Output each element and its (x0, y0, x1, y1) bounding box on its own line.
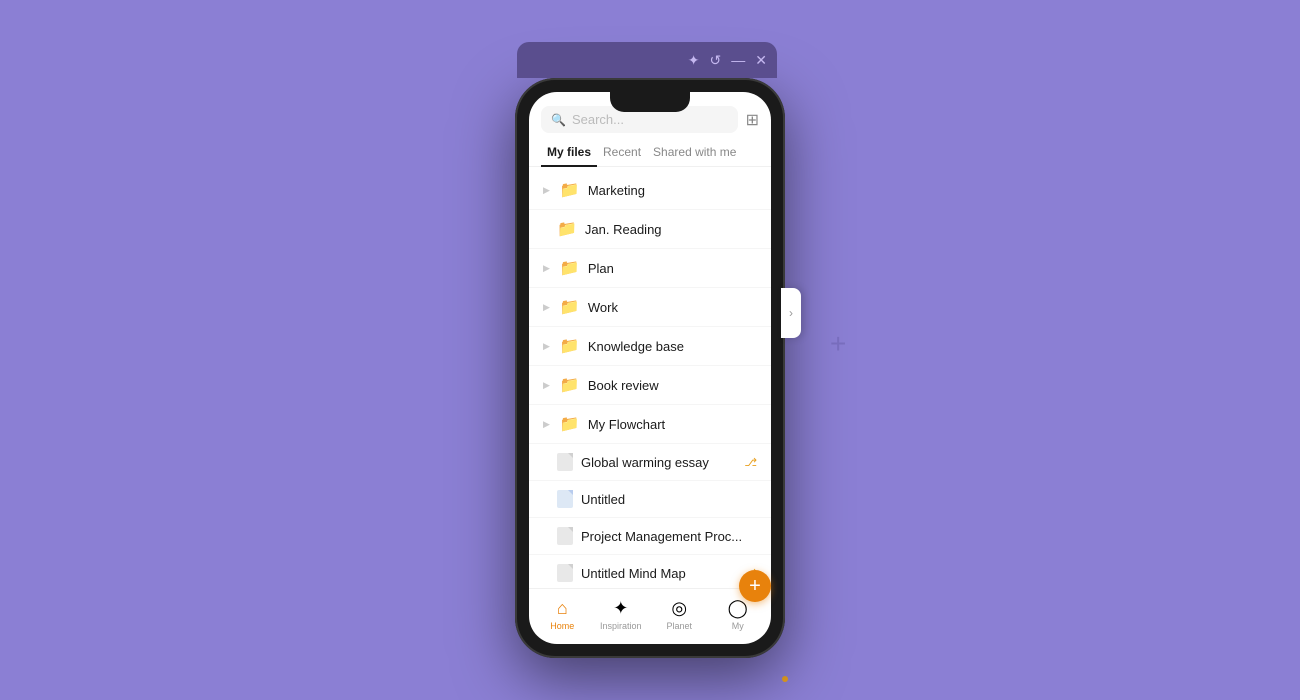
grid-view-icon[interactable]: ⊞ (746, 110, 759, 130)
inspiration-icon: ✦ (613, 598, 628, 619)
file-item-project-mgmt[interactable]: Project Management Proc... (529, 518, 771, 555)
background-plus-icon: + (830, 330, 846, 358)
nav-item-planet[interactable]: ◎ Planet (650, 598, 709, 631)
folder-icon: 📁 (560, 297, 580, 317)
chevron-icon: ▶ (543, 419, 550, 430)
chevron-icon: ▶ (543, 263, 550, 274)
tab-recent[interactable]: Recent (597, 141, 647, 167)
bottom-navigation: ⌂ Home ✦ Inspiration ◎ Planet ◯ My (529, 588, 771, 644)
folder-name: Work (588, 300, 757, 315)
chevron-icon: ▶ (543, 341, 550, 352)
window-wrapper: ✦ ↺ — ✕ › 🔍 Search... ⊞ My files Recent (515, 42, 785, 658)
planet-icon: ◎ (671, 598, 687, 619)
home-icon: ⌂ (557, 598, 568, 619)
folder-item-plan[interactable]: ▶ 📁 Plan (529, 249, 771, 288)
tab-bar: My files Recent Shared with me (529, 141, 771, 167)
folder-name: Plan (588, 261, 757, 276)
search-icon: 🔍 (551, 113, 566, 127)
plus-icon: + (749, 576, 761, 596)
nav-item-my[interactable]: ◯ My (709, 598, 768, 631)
chevron-icon: ▶ (543, 185, 550, 196)
nav-label-my: My (732, 621, 744, 631)
chevron-icon: ▶ (543, 380, 550, 391)
file-name: Untitled (581, 492, 757, 507)
folder-icon: 📁 (560, 258, 580, 278)
nav-item-inspiration[interactable]: ✦ Inspiration (592, 598, 651, 631)
star-icon[interactable]: ✦ (688, 52, 700, 69)
folder-name: Book review (588, 378, 757, 393)
folder-item-marketing[interactable]: ▶ 📁 Marketing (529, 171, 771, 210)
doc-icon (557, 564, 573, 582)
close-icon[interactable]: ✕ (755, 52, 767, 69)
nav-item-home[interactable]: ⌂ Home (533, 598, 592, 631)
minimize-icon[interactable]: — (731, 52, 745, 68)
background-dot (782, 676, 788, 682)
folder-name: My Flowchart (588, 417, 757, 432)
doc-icon (557, 453, 573, 471)
sidebar-toggle-button[interactable]: › (781, 288, 801, 338)
folder-icon: 📁 (557, 219, 577, 239)
folder-icon: 📁 (560, 180, 580, 200)
file-item-mind-map[interactable]: Untitled Mind Map ⎇ (529, 555, 771, 588)
title-bar: ✦ ↺ — ✕ (517, 42, 777, 78)
nav-label-inspiration: Inspiration (600, 621, 642, 631)
chevron-icon: ▶ (543, 302, 550, 313)
file-name: Global warming essay (581, 455, 734, 470)
file-item-global-warming[interactable]: Global warming essay ⎇ (529, 444, 771, 481)
file-name: Untitled Mind Map (581, 566, 734, 581)
file-name: Project Management Proc... (581, 529, 757, 544)
phone-frame: › 🔍 Search... ⊞ My files Recent Shared w… (515, 78, 785, 658)
folder-name: Marketing (588, 183, 757, 198)
history-icon[interactable]: ↺ (710, 52, 722, 69)
nav-label-home: Home (550, 621, 574, 631)
tab-my-files[interactable]: My files (541, 141, 597, 167)
file-item-untitled-1[interactable]: Untitled (529, 481, 771, 518)
folder-item-jan-reading[interactable]: 📁 Jan. Reading (529, 210, 771, 249)
folder-icon: 📁 (560, 336, 580, 356)
folder-item-book-review[interactable]: ▶ 📁 Book review (529, 366, 771, 405)
nav-label-planet: Planet (666, 621, 692, 631)
file-list: ▶ 📁 Marketing 📁 Jan. Reading ▶ 📁 Plan ▶ … (529, 171, 771, 588)
folder-icon: 📁 (560, 375, 580, 395)
folder-item-work[interactable]: ▶ 📁 Work (529, 288, 771, 327)
folder-item-knowledge-base[interactable]: ▶ 📁 Knowledge base (529, 327, 771, 366)
share-icon: ⎇ (744, 456, 757, 469)
phone-notch (610, 92, 690, 112)
folder-name: Jan. Reading (585, 222, 757, 237)
my-icon: ◯ (728, 598, 748, 619)
doc-icon (557, 527, 573, 545)
phone-screen: 🔍 Search... ⊞ My files Recent Shared wit… (529, 92, 771, 644)
tab-shared-with-me[interactable]: Shared with me (647, 141, 742, 167)
search-placeholder-text: Search... (572, 112, 624, 127)
doc-icon (557, 490, 573, 508)
chevron-right-icon: › (789, 306, 793, 320)
add-fab-button[interactable]: + (739, 570, 771, 602)
folder-name: Knowledge base (588, 339, 757, 354)
folder-icon: 📁 (560, 414, 580, 434)
folder-item-my-flowchart[interactable]: ▶ 📁 My Flowchart (529, 405, 771, 444)
